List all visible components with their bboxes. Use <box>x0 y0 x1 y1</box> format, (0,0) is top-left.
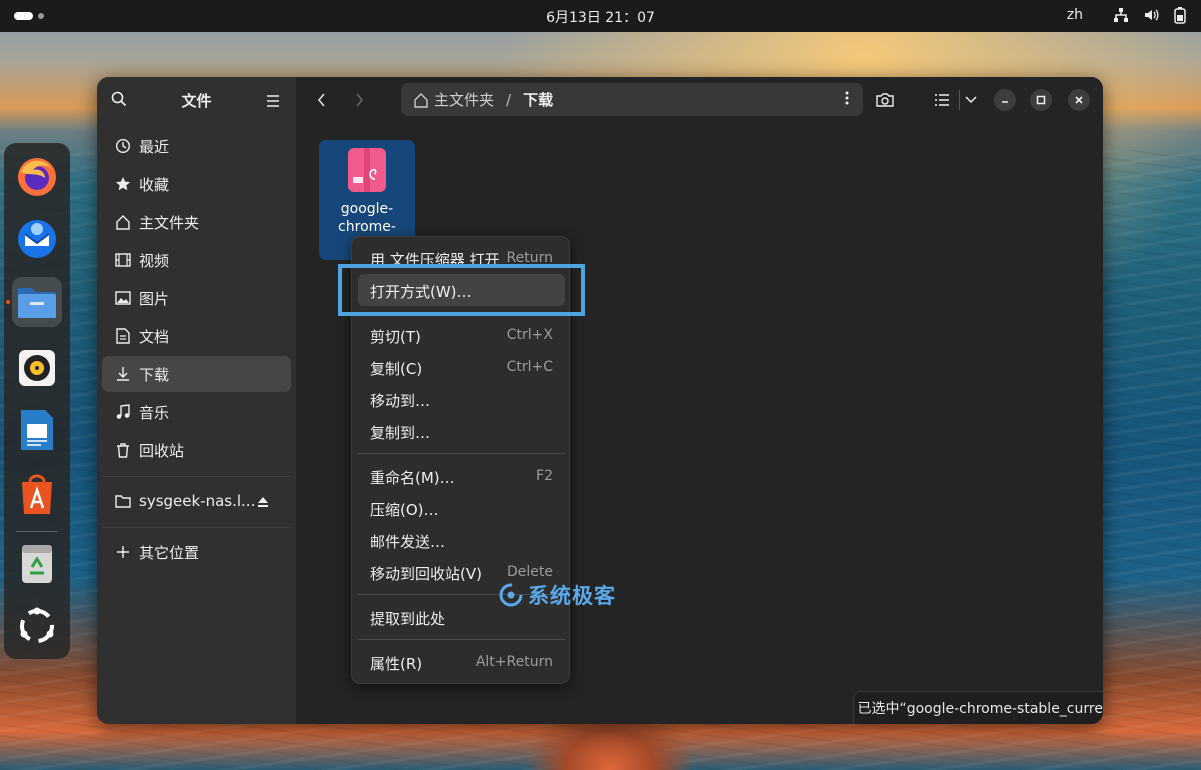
list-view-button[interactable] <box>929 87 955 113</box>
menu-item-compress[interactable]: 压缩(O)… <box>358 492 565 524</box>
sidebar-item-starred[interactable]: 收藏 <box>102 166 291 202</box>
sidebar-item-label: 回收站 <box>139 441 185 460</box>
sidebar-header: 文件 <box>97 77 296 123</box>
close-button[interactable] <box>1068 89 1090 111</box>
system-tray[interactable]: zh <box>1067 6 1187 24</box>
maximize-button[interactable] <box>1030 89 1052 111</box>
home-icon <box>413 92 429 108</box>
sidebar-item-downloads[interactable]: 下载 <box>102 356 291 392</box>
input-method[interactable]: zh <box>1067 7 1083 23</box>
sidebar-item-other-locations[interactable]: 其它位置 <box>102 534 291 570</box>
trash-icon <box>115 442 131 458</box>
main-menu-icon[interactable] <box>266 92 280 111</box>
menu-item-copy[interactable]: 复制(C) Ctrl+C <box>358 351 565 383</box>
image-icon <box>115 290 131 306</box>
annotation-highlight-box <box>338 264 585 316</box>
trash-icon[interactable] <box>12 538 62 588</box>
sidebar-item-label: 文档 <box>139 327 170 346</box>
volume-icon <box>1143 7 1159 23</box>
watermark-text: 系统极客 <box>528 584 616 608</box>
menu-item-move-to[interactable]: 移动到… <box>358 383 565 415</box>
network-icon <box>1113 7 1129 23</box>
sidebar-item-pictures[interactable]: 图片 <box>102 280 291 316</box>
sidebar-item-trash[interactable]: 回收站 <box>102 432 291 468</box>
sidebar-item-label: 图片 <box>139 289 170 308</box>
sidebar-item-label: sysgeek-nas.l... <box>139 492 256 510</box>
sidebar-item-label: 音乐 <box>139 403 170 422</box>
breadcrumb-current[interactable]: 下载 <box>523 89 553 110</box>
sidebar-item-label: 视频 <box>139 251 170 270</box>
files-running-indicator <box>6 300 10 304</box>
film-icon <box>115 252 131 268</box>
sidebar-item-label: 其它位置 <box>139 543 200 562</box>
menu-item-copy-to[interactable]: 复制到… <box>358 415 565 447</box>
forward-button[interactable] <box>347 87 373 113</box>
view-options-dropdown[interactable] <box>958 87 984 113</box>
path-bar[interactable]: 主文件夹 / 下载 <box>401 83 863 116</box>
menu-item-properties[interactable]: 属性(R) Alt+Return <box>358 646 565 678</box>
status-bar: 已选中“google-chrome-stable_current_amd64.d… <box>853 691 1103 724</box>
sidebar-divider <box>102 476 291 477</box>
document-icon <box>115 328 131 344</box>
watermark-logo-icon <box>499 583 523 607</box>
menu-item-cut[interactable]: 剪切(T) Ctrl+X <box>358 319 565 351</box>
breadcrumb-separator: / <box>506 90 512 109</box>
sidebar-item-documents[interactable]: 文档 <box>102 318 291 354</box>
sidebar-item-label: 最近 <box>139 137 170 156</box>
dock-separator <box>16 531 58 532</box>
eject-icon[interactable] <box>257 494 269 512</box>
dock <box>4 143 70 659</box>
menu-separator <box>358 453 565 454</box>
watermark: 系统极客 <box>498 580 616 610</box>
plus-icon <box>115 544 131 560</box>
top-bar: 6月13日 21：07 zh <box>0 0 1201 32</box>
files-icon[interactable] <box>12 277 62 327</box>
home-icon <box>115 214 131 230</box>
firefox-icon[interactable] <box>12 151 62 201</box>
menu-separator <box>358 639 565 640</box>
music-icon <box>115 404 131 420</box>
thunderbird-icon[interactable] <box>12 213 62 263</box>
sidebar: 文件 最近 收藏 主文件夹 视频 图片 文档 下载 音乐 回收站 sysgeek… <box>97 77 296 724</box>
menu-item-rename[interactable]: 重命名(M)… F2 <box>358 460 565 492</box>
sidebar-item-label: 收藏 <box>139 175 170 194</box>
deb-package-icon <box>348 148 386 192</box>
show-apps-icon[interactable] <box>12 601 62 651</box>
folder-network-icon <box>115 493 131 509</box>
minimize-button[interactable] <box>994 89 1016 111</box>
writer-icon[interactable] <box>12 405 62 455</box>
power-icon <box>1173 6 1187 24</box>
sidebar-divider <box>102 527 291 528</box>
sidebar-item-network-share[interactable]: sysgeek-nas.l... <box>102 483 291 519</box>
rhythmbox-icon[interactable] <box>12 343 62 393</box>
sidebar-item-music[interactable]: 音乐 <box>102 394 291 430</box>
screenshot-button[interactable] <box>872 87 898 113</box>
app-center-icon[interactable] <box>12 469 62 519</box>
sidebar-item-recent[interactable]: 最近 <box>102 128 291 164</box>
download-icon <box>115 366 131 382</box>
sidebar-item-label: 主文件夹 <box>139 213 200 232</box>
sidebar-item-videos[interactable]: 视频 <box>102 242 291 278</box>
clock[interactable]: 6月13日 21：07 <box>0 7 1201 27</box>
more-options-icon[interactable] <box>845 91 849 109</box>
back-button[interactable] <box>308 87 334 113</box>
sidebar-item-home[interactable]: 主文件夹 <box>102 204 291 240</box>
sidebar-item-label: 下载 <box>139 365 170 384</box>
star-icon <box>115 176 131 192</box>
menu-item-send-by-email[interactable]: 邮件发送… <box>358 524 565 556</box>
clock-icon <box>115 138 131 154</box>
breadcrumb-home[interactable]: 主文件夹 <box>434 89 494 110</box>
files-window: 文件 最近 收藏 主文件夹 视频 图片 文档 下载 音乐 回收站 sysgeek… <box>97 77 1103 724</box>
